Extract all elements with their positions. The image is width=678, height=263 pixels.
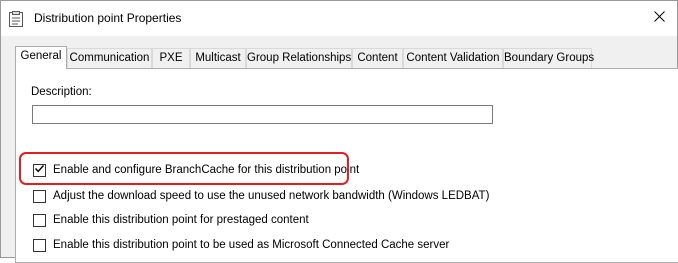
properties-sheet-icon: [9, 11, 23, 27]
close-button[interactable]: [647, 7, 671, 29]
branchcache-label: Enable and configure BranchCache for thi…: [53, 164, 360, 176]
properties-dialog: Distribution point Properties General Co…: [0, 0, 678, 263]
branchcache-checkbox[interactable]: [33, 163, 46, 177]
tab-content-validation[interactable]: Content Validation: [403, 48, 503, 68]
tab-group-relationships[interactable]: Group Relationships: [246, 48, 352, 68]
window-title: Distribution point Properties: [34, 11, 182, 25]
tab-multicast[interactable]: Multicast: [190, 48, 246, 68]
tab-boundary-groups[interactable]: Boundary Groups: [503, 48, 594, 68]
close-icon: [653, 11, 665, 25]
description-field[interactable]: [32, 105, 493, 124]
description-label: Description:: [31, 86, 92, 98]
connected-cache-option[interactable]: Enable this distribution point to be use…: [33, 237, 449, 253]
title-bar: Distribution point Properties: [1, 1, 677, 36]
tab-pxe[interactable]: PXE: [152, 48, 190, 68]
prestaged-checkbox[interactable]: [33, 213, 46, 227]
connected-cache-checkbox[interactable]: [33, 238, 46, 252]
connected-cache-label: Enable this distribution point to be use…: [53, 239, 450, 251]
tab-general[interactable]: General: [15, 46, 67, 69]
ledbat-label: Adjust the download speed to use the unu…: [53, 190, 490, 202]
branchcache-option[interactable]: Enable and configure BranchCache for thi…: [33, 162, 359, 178]
checkmark-icon: [34, 163, 45, 177]
ledbat-checkbox[interactable]: [33, 189, 46, 203]
prestaged-label: Enable this distribution point for prest…: [53, 214, 309, 226]
prestaged-option[interactable]: Enable this distribution point for prest…: [33, 212, 309, 228]
tab-content[interactable]: Content: [352, 48, 403, 68]
ledbat-option[interactable]: Adjust the download speed to use the unu…: [33, 188, 489, 204]
tab-strip: General Communication PXE Multicast Grou…: [15, 46, 675, 69]
tab-communication[interactable]: Communication: [67, 48, 152, 68]
